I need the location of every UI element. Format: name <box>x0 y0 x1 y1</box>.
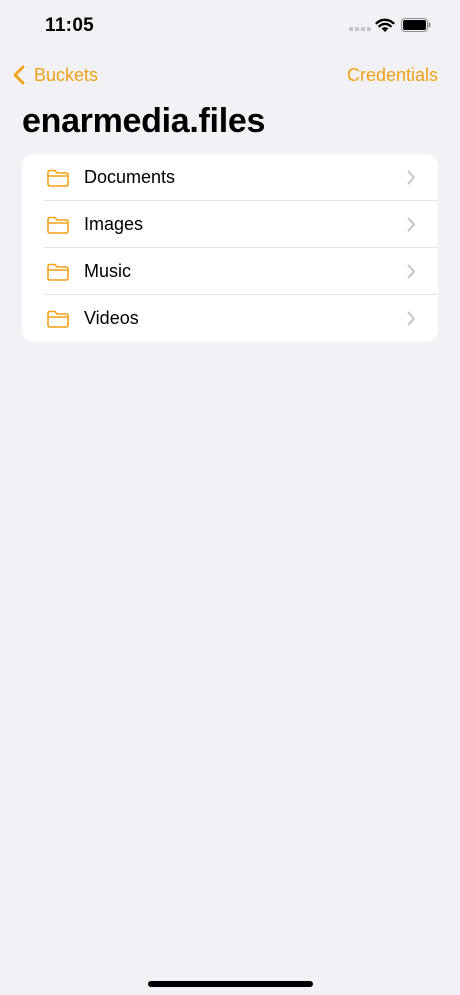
chevron-right-icon <box>407 170 415 185</box>
chevron-left-icon <box>13 65 25 85</box>
list-item-label: Music <box>84 261 132 281</box>
list-item-label: Images <box>84 214 144 234</box>
navigation-bar: Buckets Credentials <box>0 54 460 98</box>
status-bar: 11:05 <box>0 0 460 54</box>
list-item-documents[interactable]: Documents <box>22 154 438 201</box>
chevron-right-icon <box>407 264 415 279</box>
folder-icon <box>47 310 69 328</box>
home-indicator[interactable] <box>148 981 313 987</box>
chevron-right-icon <box>407 311 415 326</box>
folder-icon <box>47 263 69 281</box>
credentials-button[interactable]: Credentials <box>347 65 438 86</box>
back-button[interactable]: Buckets <box>12 62 98 88</box>
folder-icon <box>47 169 69 187</box>
page-title: enarmedia.files <box>22 102 266 140</box>
back-button-label: Buckets <box>34 64 99 85</box>
list-item-label: Documents <box>84 167 176 187</box>
status-time: 11:05 <box>45 15 95 36</box>
folder-icon <box>47 216 69 234</box>
list-item-label: Videos <box>84 308 139 328</box>
list-item-images[interactable]: Images <box>22 201 438 248</box>
folder-list: Documents Images Music Videos <box>22 154 438 342</box>
battery-icon <box>401 18 431 32</box>
cellular-signal-icon <box>349 27 371 33</box>
chevron-right-icon <box>407 217 415 232</box>
list-item-music[interactable]: Music <box>22 248 438 295</box>
list-item-videos[interactable]: Videos <box>22 295 438 342</box>
wifi-icon <box>375 18 395 32</box>
